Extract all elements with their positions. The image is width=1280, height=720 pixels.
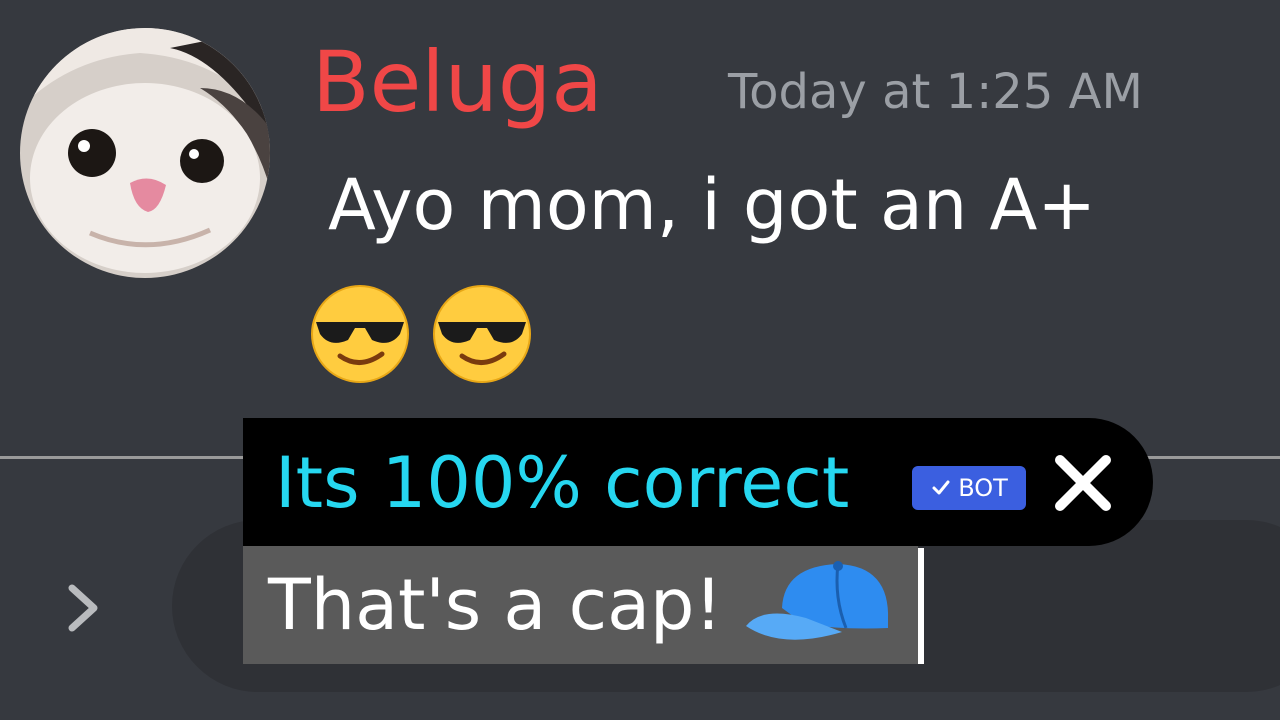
username[interactable]: Beluga bbox=[312, 40, 603, 124]
sunglasses-emoji bbox=[311, 285, 409, 383]
close-icon[interactable] bbox=[1052, 452, 1114, 514]
timestamp: Today at 1:25 AM bbox=[728, 64, 1143, 120]
bot-badge: BOT bbox=[912, 466, 1026, 510]
reply-text: Its 100% correct bbox=[275, 442, 850, 524]
sunglasses-emoji bbox=[433, 285, 531, 383]
cap-emoji bbox=[746, 561, 889, 640]
message-input-value[interactable]: That's a cap! bbox=[268, 570, 722, 640]
text-caret bbox=[918, 548, 924, 664]
message-text: Ayo mom, i got an A+ bbox=[328, 164, 1097, 246]
cat-face-image bbox=[20, 28, 270, 278]
checkmark-icon bbox=[932, 480, 950, 495]
chevron-right-icon[interactable] bbox=[62, 582, 104, 634]
bot-badge-label: BOT bbox=[958, 474, 1008, 502]
user-avatar[interactable] bbox=[20, 28, 270, 278]
